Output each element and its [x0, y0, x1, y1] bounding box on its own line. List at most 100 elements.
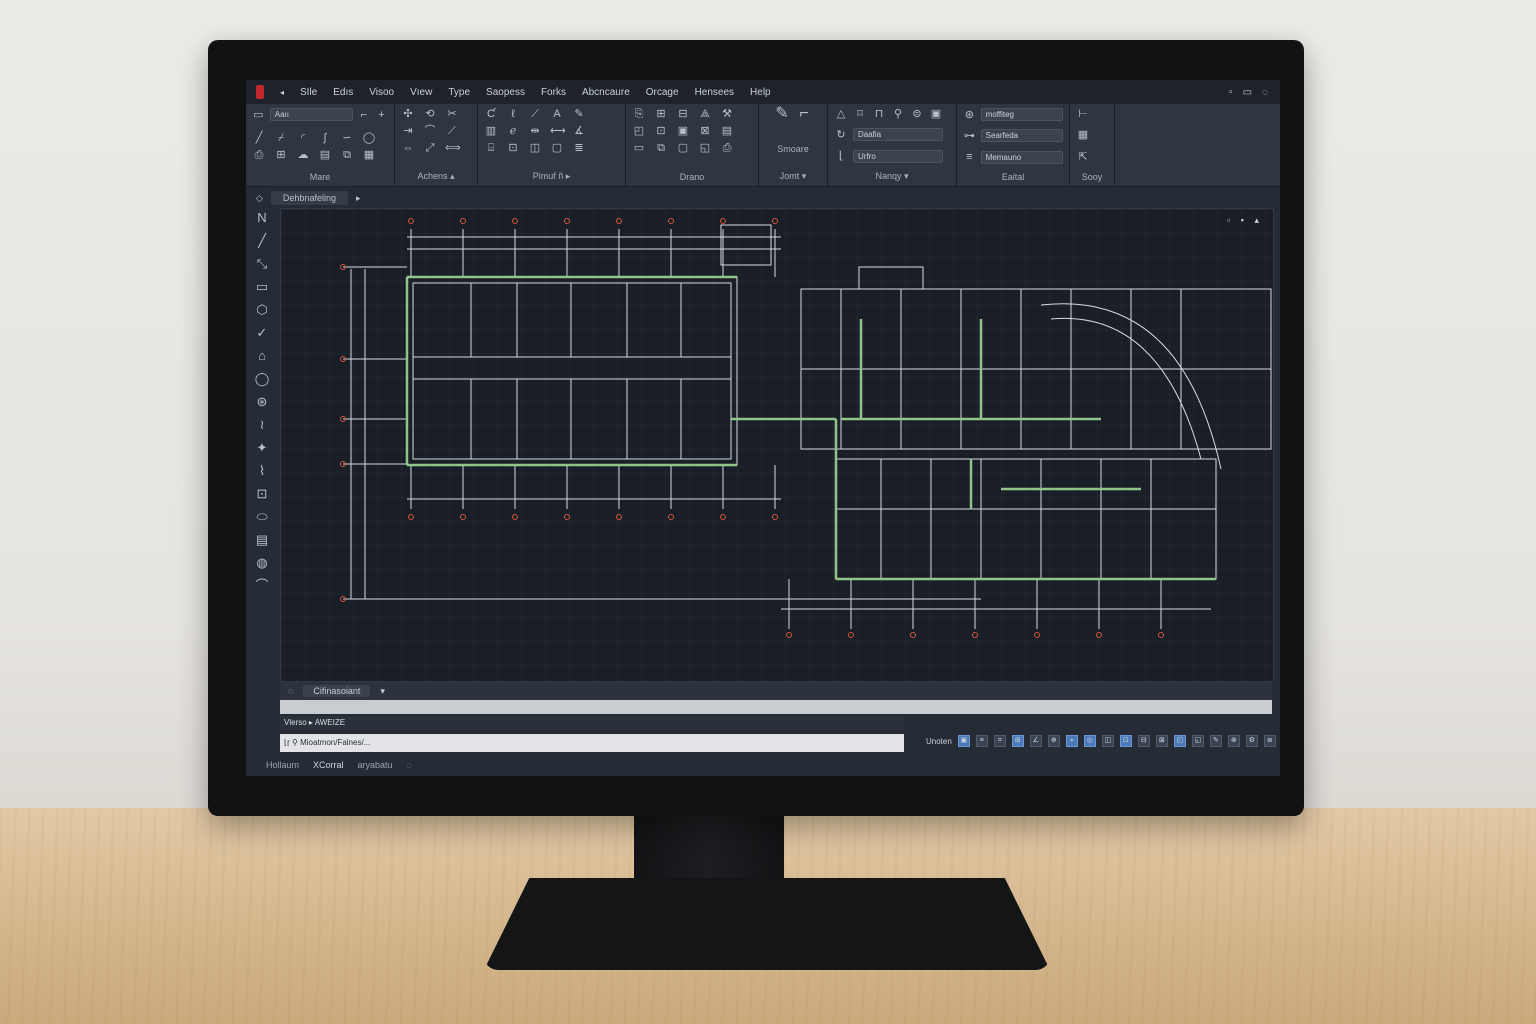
view-icon[interactable]: ◫ — [528, 142, 542, 154]
gradient-icon[interactable]: ◍ — [254, 556, 270, 573]
group-icon[interactable]: ⊡ — [506, 142, 520, 154]
viewport-icon[interactable]: ▢ — [676, 142, 690, 154]
status-toggle-osnap[interactable]: ⊕ — [1047, 735, 1060, 747]
status-toggle-snap[interactable]: ≡ — [975, 735, 988, 747]
text-icon[interactable]: A — [550, 108, 564, 120]
status-toggle-am[interactable]: ◰ — [1173, 735, 1186, 747]
match-icon[interactable]: ⌐ — [358, 109, 371, 121]
circle-draw-icon[interactable]: ◯ — [254, 372, 270, 389]
rotate-icon[interactable]: ⟲ — [423, 108, 437, 120]
command-input[interactable]: ⌊ŗ ⚲ Mioatmon/Falnes/... — [280, 734, 904, 752]
field-icon[interactable]: ℯ — [506, 125, 520, 137]
block-icon[interactable]: ▤ — [318, 149, 332, 161]
region-icon[interactable]: ⌂ — [254, 349, 270, 366]
sheet-icon[interactable]: ▭ — [632, 142, 646, 154]
layer-state-icon[interactable]: ▣ — [929, 108, 943, 120]
line-icon[interactable]: ╱ — [252, 132, 266, 144]
command-tab[interactable]: Cifinasoiant — [303, 685, 371, 697]
stack-icon[interactable]: ⊜ — [910, 108, 924, 120]
publish-icon[interactable]: ⎙ — [720, 142, 734, 154]
color-dropdown[interactable]: moffiteg — [980, 108, 1063, 121]
rectangle-icon[interactable]: ▭ — [252, 109, 265, 121]
pin-icon[interactable]: ⚲ — [891, 108, 905, 120]
menu-item-visoo[interactable]: Visoo — [369, 87, 394, 98]
angle-dim-icon[interactable]: ∡ — [572, 125, 586, 137]
layout-tab-2[interactable]: aryabatu — [358, 760, 393, 770]
circle-icon[interactable]: ◯ — [362, 132, 376, 144]
spline-icon[interactable]: ∫ — [318, 132, 332, 144]
status-toggle-iso[interactable]: ◱ — [1191, 735, 1204, 747]
minimize-icon[interactable]: ▫ — [1229, 87, 1233, 98]
curve-icon[interactable]: ∽ — [340, 132, 354, 144]
menu-item-help[interactable]: Help — [750, 87, 771, 98]
dimension-icon[interactable]: ⇹ — [528, 125, 542, 137]
status-toggle-sc[interactable]: ⊠ — [1155, 735, 1168, 747]
layer-dropdown[interactable]: Daafia — [853, 128, 943, 142]
style-dropdown[interactable]: Aaıı — [269, 108, 353, 121]
menu-item-edit[interactable]: Edıs — [333, 87, 353, 98]
wipeout-icon[interactable]: ⌇ — [254, 464, 270, 481]
smoare-label[interactable]: Smoare — [765, 144, 821, 154]
zoom-icon[interactable]: ⊡ — [254, 487, 270, 504]
list-icon[interactable]: ≡ — [963, 151, 976, 163]
xref-icon[interactable]: ⊟ — [676, 108, 690, 120]
status-toggle-ortho[interactable]: ⌗ — [993, 735, 1006, 747]
polygon-icon[interactable]: ⬡ — [254, 303, 270, 320]
lock-icon[interactable]: ⊓ — [872, 108, 886, 120]
quick-select-icon[interactable]: ⇱ — [1076, 151, 1090, 163]
drawing-viewport[interactable]: ▫ ▪ ▴ — [280, 208, 1274, 682]
refresh-icon[interactable]: ↻ — [834, 129, 848, 141]
mtext-icon[interactable]: ℓ — [506, 108, 520, 120]
command-dropdown-icon[interactable]: ▾ — [380, 686, 385, 697]
restore-icon[interactable]: ▭ — [1243, 87, 1252, 98]
tool-palette-icon[interactable]: ⚒ — [720, 108, 734, 120]
menu-item-forks[interactable]: Forks — [541, 87, 566, 98]
line-draw-icon[interactable]: ╱ — [254, 234, 270, 251]
table-draw-icon[interactable]: ▤ — [254, 533, 270, 550]
print-icon[interactable]: ⎙ — [252, 149, 266, 161]
annotate-icon[interactable]: Ƈ — [484, 108, 498, 120]
status-menu-button[interactable]: ≣ — [1263, 735, 1276, 747]
back-arrow-icon[interactable]: ◂ — [280, 88, 284, 97]
copy-icon[interactable]: ⧉ — [340, 149, 354, 161]
fillet-icon[interactable]: ⌒ — [423, 125, 437, 137]
menu-item-abcncaure[interactable]: Abcncaure — [582, 87, 630, 98]
drafting-icon[interactable]: ⟁ — [698, 108, 712, 120]
image-icon[interactable]: ▣ — [676, 125, 690, 137]
polyline-icon[interactable]: ⌿ — [274, 132, 288, 144]
sheet-set-icon[interactable]: ⧉ — [654, 142, 668, 154]
status-toggle-isolate[interactable]: ⊗ — [1227, 735, 1240, 747]
status-toggle-dyn[interactable]: ◎ — [1083, 735, 1096, 747]
page-icon[interactable]: ⌐ — [797, 106, 811, 126]
brush-icon[interactable]: ✎ — [775, 106, 789, 126]
add-icon[interactable]: + — [375, 109, 388, 121]
note-icon[interactable]: ▢ — [550, 142, 564, 154]
layout-tab-model[interactable]: Hollaum — [266, 760, 299, 770]
status-toggle-track[interactable]: ⌖ — [1065, 735, 1078, 747]
linetype-dropdown[interactable]: Urfro — [853, 149, 943, 163]
menu-item-view[interactable]: Vıew — [410, 87, 432, 98]
mirror-icon[interactable]: ⟺ — [445, 142, 461, 154]
cloud-draw-icon[interactable]: ⊛ — [254, 395, 270, 412]
rect-draw-icon[interactable]: ▭ — [254, 280, 270, 297]
ellipse-icon[interactable]: ⬭ — [254, 510, 270, 527]
triangle-icon[interactable]: △ — [834, 108, 848, 120]
schedule-icon[interactable]: ▤ — [720, 125, 734, 137]
command-settings-icon[interactable]: ◌ — [288, 686, 293, 696]
frame-icon[interactable]: ⊡ — [654, 125, 668, 137]
cloud-icon[interactable]: ☁ — [296, 149, 310, 161]
calculator-icon[interactable]: ▦ — [1076, 129, 1090, 141]
attach-icon[interactable]: ⊞ — [654, 108, 668, 120]
status-toggle-grid[interactable]: ▣ — [957, 735, 970, 747]
spline-draw-icon[interactable]: ≀ — [254, 418, 270, 435]
hatch-icon[interactable]: ▦ — [362, 149, 376, 161]
arc-draw-icon[interactable]: ⌒ — [254, 579, 270, 596]
leader-icon[interactable]: ⟋ — [528, 108, 542, 120]
stretch-icon[interactable]: ⇔ — [401, 142, 415, 154]
status-toggle-qp[interactable]: ⊟ — [1137, 735, 1150, 747]
insert-icon[interactable]: ⎘ — [632, 108, 646, 120]
home-icon[interactable]: ◇ — [256, 193, 263, 204]
trim-icon[interactable]: ✂ — [445, 108, 459, 120]
menu-item-type[interactable]: Type — [448, 87, 470, 98]
move-icon[interactable]: ✣ — [401, 108, 415, 120]
